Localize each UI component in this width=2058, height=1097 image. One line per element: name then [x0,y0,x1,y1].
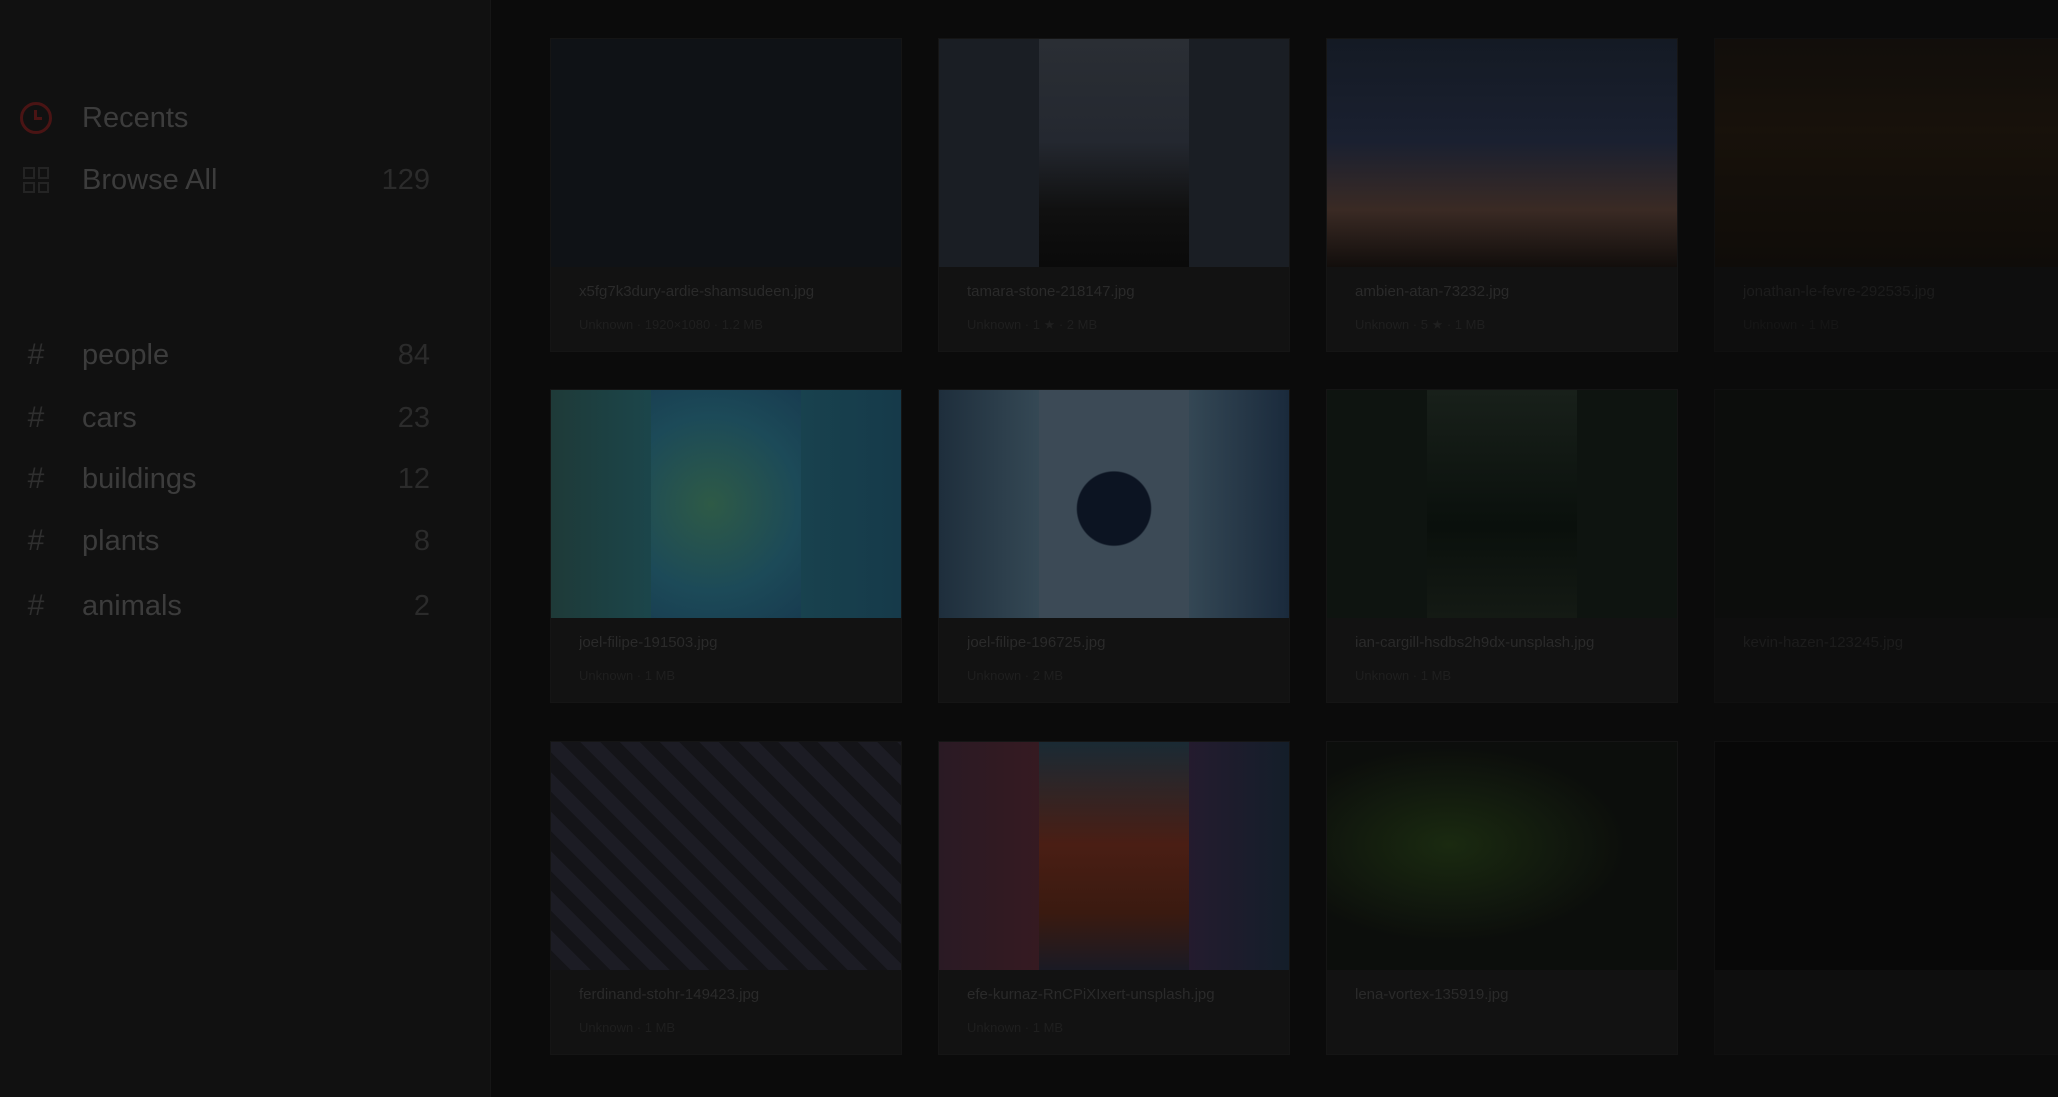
file-name: joel-filipe-191503.jpg [579,634,718,651]
tag-label: plants [82,524,160,557]
grid-icon [20,164,52,196]
tag-item-cars[interactable]: # cars 23 [20,396,430,440]
file-thumbnail [1715,390,2058,618]
sidebar-item-label: Browse All [82,163,218,196]
app-window: Recents Browse All 129 # people 84 # car… [0,0,2058,1097]
file-thumbnail [551,390,901,618]
file-thumbnail [1327,39,1677,267]
file-name: jonathan-le-fevre-292535.jpg [1743,283,1935,300]
hash-icon: # [27,524,45,557]
hash-icon: # [27,589,45,622]
file-card[interactable]: joel-filipe-196725.jpg Unknown · 2 MB [938,389,1290,703]
tag-count: 23 [397,401,430,434]
file-name: kevin-hazen-123245.jpg [1743,634,1904,651]
file-card[interactable]: ian-cargill-hsdbs2h9dx-unsplash.jpg Unkn… [1326,389,1678,703]
file-meta: Unknown · 5 ★ · 1 MB [1355,317,1486,332]
file-card[interactable]: joel-filipe-191503.jpg Unknown · 1 MB [550,389,902,703]
file-meta: Unknown · 1 MB [1743,317,1840,332]
file-name: tamara-stone-218147.jpg [967,283,1135,300]
file-name: efe-kurnaz-RnCPiXIxert-unsplash.jpg [967,986,1215,1003]
file-meta: Unknown · 1920×1080 · 1.2 MB [579,317,763,332]
tag-label: cars [82,401,137,434]
file-meta: Unknown · 1 MB [967,1020,1064,1035]
file-thumbnail [551,742,901,970]
file-meta: Unknown · 1 MB [1355,668,1452,683]
file-card[interactable]: jonathan-le-fevre-292535.jpg Unknown · 1… [1714,38,2058,352]
file-thumbnail [939,390,1289,618]
file-thumbnail [939,39,1289,267]
file-card[interactable]: efe-kurnaz-RnCPiXIxert-unsplash.jpg Unkn… [938,741,1290,1055]
file-thumbnail [939,742,1289,970]
tag-item-buildings[interactable]: # buildings 12 [20,457,430,501]
file-meta: Unknown · 1 MB [579,1020,676,1035]
sidebar-item-recents[interactable]: Recents [20,96,430,140]
tag-count: 8 [413,524,430,557]
sidebar-item-count: 129 [381,163,430,196]
tag-item-animals[interactable]: # animals 2 [20,584,430,628]
file-thumbnail [1327,742,1677,970]
sidebar-item-browse-all[interactable]: Browse All 129 [20,158,430,202]
file-name: joel-filipe-196725.jpg [967,634,1106,651]
hash-icon: # [27,462,45,495]
clock-icon [20,102,52,134]
file-name: x5fg7k3dury-ardie-shamsudeen.jpg [579,283,815,300]
file-name: ian-cargill-hsdbs2h9dx-unsplash.jpg [1355,634,1595,651]
file-card[interactable]: ferdinand-stohr-149423.jpg Unknown · 1 M… [550,741,902,1055]
file-card[interactable]: x5fg7k3dury-ardie-shamsudeen.jpg Unknown… [550,38,902,352]
tag-item-people[interactable]: # people 84 [20,333,430,377]
file-thumbnail [551,39,901,267]
tag-count: 12 [397,462,430,495]
hash-icon: # [27,401,45,434]
file-card[interactable]: ambien-atan-73232.jpg Unknown · 5 ★ · 1 … [1326,38,1678,352]
file-name: ferdinand-stohr-149423.jpg [579,986,760,1003]
sidebar-item-label: Recents [82,101,189,134]
file-meta: Unknown · 1 ★ · 2 MB [967,317,1098,332]
tag-label: people [82,338,170,371]
sidebar: Recents Browse All 129 # people 84 # car… [0,0,491,1097]
tag-item-plants[interactable]: # plants 8 [20,519,430,563]
file-card[interactable] [1714,741,2058,1055]
file-meta: Unknown · 2 MB [967,668,1064,683]
tag-count: 2 [413,589,430,622]
file-thumbnail [1715,39,2058,267]
tag-label: animals [82,589,182,622]
file-meta: Unknown · 1 MB [579,668,676,683]
file-card[interactable]: lena-vortex-135919.jpg [1326,741,1678,1055]
file-name: ambien-atan-73232.jpg [1355,283,1510,300]
file-card[interactable]: tamara-stone-218147.jpg Unknown · 1 ★ · … [938,38,1290,352]
file-name: lena-vortex-135919.jpg [1355,986,1509,1003]
tag-label: buildings [82,462,197,495]
file-thumbnail [1715,742,2058,970]
file-card[interactable]: kevin-hazen-123245.jpg [1714,389,2058,703]
file-grid: x5fg7k3dury-ardie-shamsudeen.jpg Unknown… [490,0,2058,1097]
file-thumbnail [1327,390,1677,618]
tag-count: 84 [397,338,430,371]
hash-icon: # [27,338,45,371]
